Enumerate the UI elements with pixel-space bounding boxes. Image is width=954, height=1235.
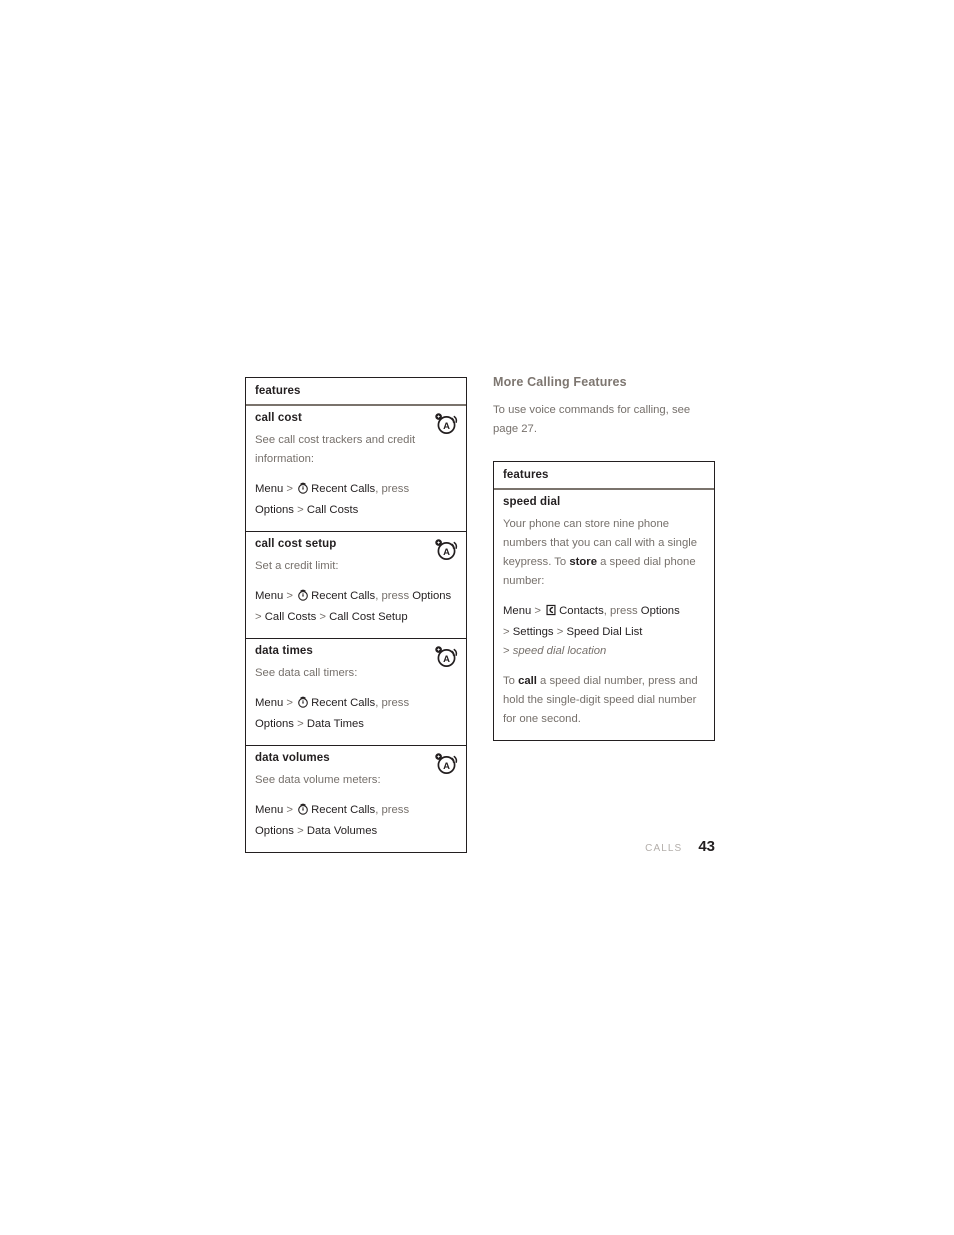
page-number: 43 (698, 838, 715, 855)
path-token-call-costs: Call Costs (306, 504, 359, 516)
feature-description: See data call timers: (255, 667, 358, 679)
left-column: features call cost A See call cost track… (245, 377, 467, 853)
path-token-call-costs: Call Costs (264, 611, 317, 623)
voice-command-icon: A (434, 752, 458, 775)
path-separator: > (283, 804, 297, 816)
table-row: call cost A See call cost trackers and c… (246, 406, 466, 532)
voice-command-icon: A (434, 538, 458, 561)
table-row: data volumes A See data volume meters: M… (246, 746, 466, 852)
path-token-press: , press (375, 590, 413, 602)
path-separator: > (503, 645, 513, 657)
path-token-menu: Menu (503, 605, 532, 617)
features-table-right: features speed dial Your phone can store… (493, 461, 715, 741)
feature-title: data volumes (255, 752, 330, 764)
path-separator: > (531, 605, 545, 617)
path-token-speed-dial-list: Speed Dial List (566, 626, 643, 638)
path-separator: > (293, 825, 307, 837)
path-token-menu: Menu (255, 483, 284, 495)
path-token-options: Options (255, 825, 294, 837)
voice-command-icon: A (434, 645, 458, 668)
path-token-menu: Menu (255, 697, 284, 709)
feature-menu-path: Menu > Contacts, press Options > Setting… (503, 602, 705, 661)
path-separator: > (293, 504, 307, 516)
page-title: More Calling Features (493, 375, 627, 389)
path-token-press: , press (375, 804, 410, 816)
feature-note: To call a speed dial number, press and h… (503, 672, 705, 729)
path-separator: > (503, 626, 513, 638)
intro-paragraph: To use voice commands for calling, see p… (493, 404, 691, 435)
path-token-recent-calls: Recent Calls (311, 697, 376, 709)
features-table-header: features (246, 378, 466, 406)
svg-text:A: A (443, 761, 450, 772)
path-token-menu: Menu (255, 590, 284, 602)
recent-calls-clock-icon (297, 803, 309, 822)
path-token-options: Options (412, 590, 452, 602)
feature-description: Your phone can store nine phone numbers … (503, 515, 705, 591)
keyword-store: store (569, 556, 597, 568)
footer-section-label: CALLS (645, 843, 683, 854)
recent-calls-clock-icon (297, 589, 309, 608)
path-token-speed-dial-location: speed dial location (512, 645, 607, 657)
features-table-header: features (494, 462, 714, 490)
path-token-call-cost-setup: Call Cost Setup (329, 611, 408, 623)
path-separator: > (316, 611, 330, 623)
feature-title: call cost (255, 412, 302, 424)
path-token-recent-calls: Recent Calls (311, 483, 376, 495)
feature-title: call cost setup (255, 538, 337, 550)
path-token-data-volumes: Data Volumes (306, 825, 378, 837)
feature-menu-path: Menu > Recent Calls, press Options > Dat… (255, 694, 457, 734)
page-footer: CALLS 43 (493, 838, 715, 856)
path-separator: > (553, 626, 567, 638)
keyword-call: call (518, 675, 537, 687)
path-token-contacts: Contacts (559, 605, 604, 617)
table-row: speed dial Your phone can store nine pho… (494, 490, 714, 740)
svg-text:A: A (443, 654, 450, 665)
path-token-recent-calls: Recent Calls (311, 590, 376, 602)
path-separator: > (283, 590, 297, 602)
svg-text:A: A (443, 547, 450, 558)
path-token-press: , press (603, 605, 641, 617)
table-row: data times A See data call timers: Menu … (246, 639, 466, 746)
path-token-recent-calls: Recent Calls (311, 804, 376, 816)
recent-calls-clock-icon (297, 482, 309, 501)
feature-description: See data volume meters: (255, 774, 381, 786)
table-row: call cost setup A Set a credit limit: Me… (246, 532, 466, 639)
feature-menu-path: Menu > Recent Calls, press Options > Cal… (255, 587, 457, 627)
note-part-a: To (503, 675, 519, 687)
path-token-press: , press (375, 483, 410, 495)
feature-title: speed dial (503, 496, 561, 508)
manual-page: features call cost A See call cost track… (0, 0, 954, 1235)
feature-menu-path: Menu > Recent Calls, press Options > Cal… (255, 480, 457, 520)
contacts-icon (545, 604, 557, 623)
path-token-options: Options (640, 605, 680, 617)
path-token-press: , press (375, 697, 410, 709)
path-token-options: Options (255, 718, 294, 730)
path-separator: > (255, 611, 265, 623)
path-token-options: Options (255, 504, 294, 516)
path-separator: > (283, 483, 297, 495)
path-token-settings: Settings (512, 626, 554, 638)
voice-command-icon: A (434, 412, 458, 435)
feature-description: Set a credit limit: (255, 560, 339, 572)
path-token-data-times: Data Times (306, 718, 364, 730)
path-separator: > (293, 718, 307, 730)
svg-text:A: A (443, 421, 450, 432)
recent-calls-clock-icon (297, 696, 309, 715)
feature-title: data times (255, 645, 313, 657)
right-column: More Calling Features To use voice comma… (493, 375, 715, 741)
path-separator: > (283, 697, 297, 709)
feature-description: See call cost trackers and credit inform… (255, 434, 416, 465)
path-token-menu: Menu (255, 804, 284, 816)
features-table-left: features call cost A See call cost track… (245, 377, 467, 853)
feature-menu-path: Menu > Recent Calls, press Options > Dat… (255, 801, 457, 841)
